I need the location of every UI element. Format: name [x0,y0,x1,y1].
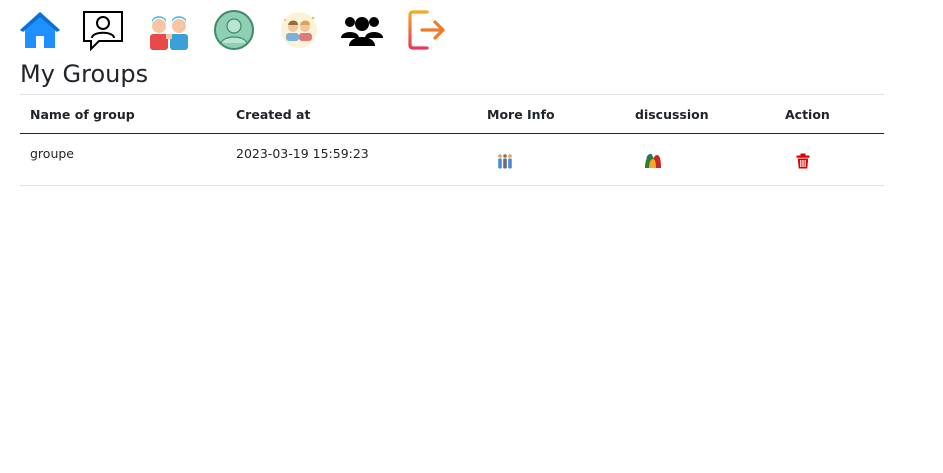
nav-friends-link[interactable] [147,8,191,52]
column-header-created-at: Created at [236,107,311,122]
discussion-icon [644,153,662,169]
logout-icon [405,8,449,52]
couple-icon [277,8,321,52]
friends-icon [147,8,191,52]
page-title: My Groups [20,60,149,88]
nav-groups-link[interactable] [340,8,384,52]
discussion-button[interactable] [644,153,662,169]
groups-table: Name of group Created at More Info discu… [20,95,884,186]
created-at-cell: 2023-03-19 15:59:23 [236,146,369,161]
group-info-icon [497,153,513,169]
trash-icon [796,153,810,169]
nav-profile-link[interactable] [81,8,125,52]
column-header-name: Name of group [30,107,135,122]
group-name-cell: groupe [30,146,74,161]
more-info-button[interactable] [497,153,513,169]
page: My Groups Name of group Created at More … [0,0,943,473]
profile-chat-icon [81,8,125,52]
column-header-more-info: More Info [487,107,555,122]
nav-avatar-link[interactable] [212,8,256,52]
delete-group-button[interactable] [796,153,810,169]
avatar-icon [212,8,256,52]
nav-logout-link[interactable] [405,8,449,52]
nav-couple-link[interactable] [277,8,321,52]
groups-icon [340,8,384,52]
nav-home-link[interactable] [18,8,62,52]
table-row: groupe 2023-03-19 15:59:23 [20,134,884,186]
column-header-action: Action [785,107,830,122]
table-header: Name of group Created at More Info discu… [20,95,884,134]
home-icon [18,8,62,52]
column-header-discussion: discussion [635,107,709,122]
